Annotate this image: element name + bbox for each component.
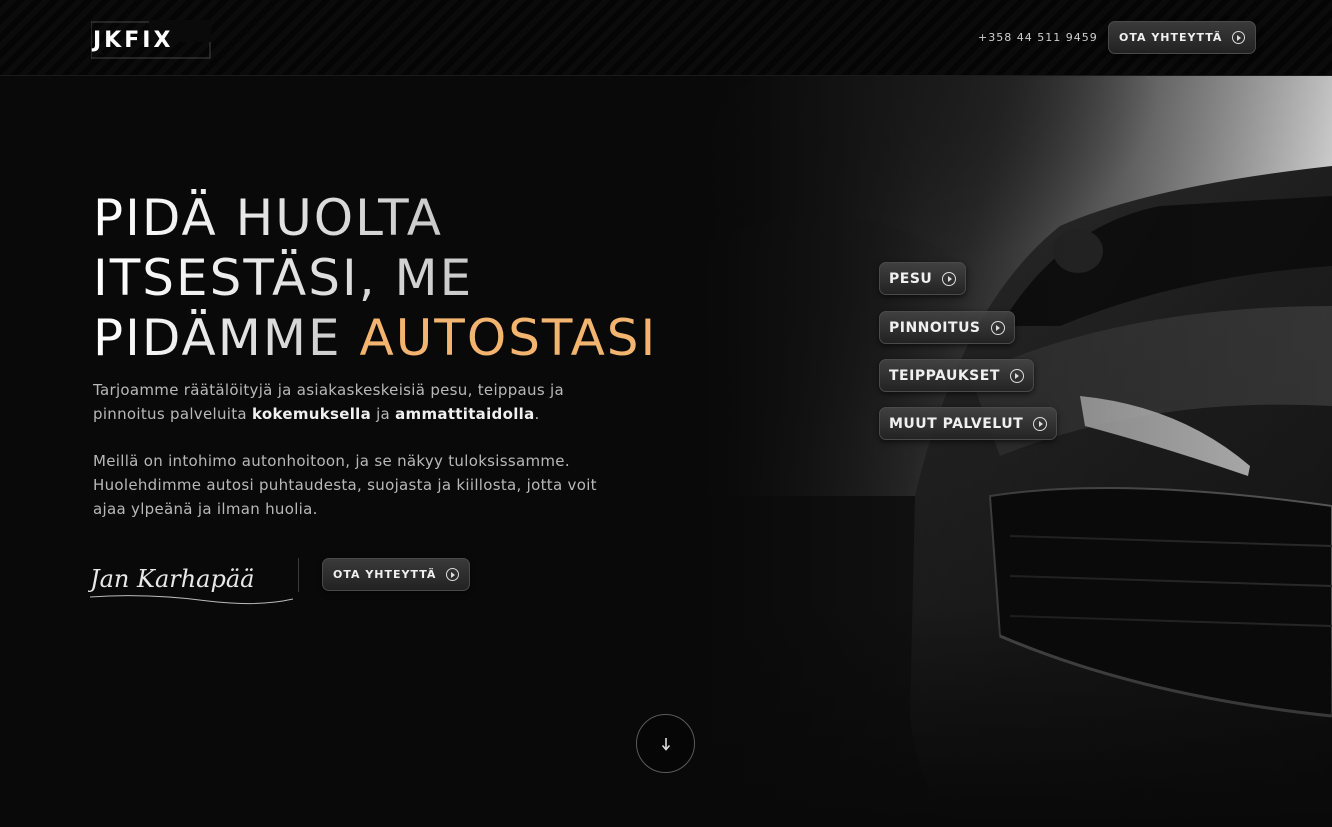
hero-intro-paragraph: Tarjoamme räätälöityjä ja asiakaskeskeis… — [93, 378, 613, 426]
logo-text: JKFIX — [91, 28, 173, 53]
play-circle-icon — [1232, 31, 1246, 44]
service-chip-teippaukset[interactable]: TEIPPAUKSET — [879, 359, 1034, 392]
service-label: TEIPPAUKSET — [889, 367, 1000, 384]
header-contact-button[interactable]: OTA YHTEYTTÄ — [1108, 21, 1257, 54]
intro-strong-experience: kokemuksella — [252, 405, 372, 423]
play-circle-icon — [446, 568, 460, 581]
logo[interactable]: JKFIX — [90, 20, 211, 60]
service-label: PESU — [889, 270, 933, 287]
hero-contact-button[interactable]: OTA YHTEYTTÄ — [322, 558, 471, 591]
hero-contact-label: OTA YHTEYTTÄ — [333, 568, 437, 581]
headline-line-1: PIDÄ HUOLTA — [93, 189, 444, 247]
site-header: JKFIX +358 44 511 9459 OTA YHTEYTTÄ — [0, 0, 1332, 76]
scroll-down-button[interactable] — [636, 714, 695, 773]
play-circle-icon — [990, 320, 1005, 335]
service-label: MUUT PALVELUT — [889, 415, 1024, 432]
service-chip-pinnoitus[interactable]: PINNOITUS — [879, 311, 1015, 344]
signature-icon: Jan Karhapää — [85, 565, 294, 605]
headline-line-2: ITSESTÄSI, ME — [93, 249, 474, 307]
intro-strong-expertise: ammattitaidolla — [395, 405, 535, 423]
car-hero-image — [700, 76, 1332, 827]
signature: Jan Karhapää — [85, 553, 300, 609]
service-chip-pesu[interactable]: PESU — [879, 262, 967, 295]
phone-number[interactable]: +358 44 511 9459 — [978, 31, 1098, 44]
play-circle-icon — [1009, 368, 1024, 383]
signature-divider — [298, 558, 299, 592]
jkfix-logo-icon: JKFIX — [90, 20, 211, 59]
intro-text-b: ja — [371, 405, 396, 423]
headline-line-3: PIDÄMME — [93, 309, 360, 367]
hero-headline: PIDÄ HUOLTA ITSESTÄSI, ME PIDÄMME AUTOST… — [93, 188, 713, 368]
headline-accent: AUTOSTASI — [359, 309, 658, 367]
hero-section: PIDÄ HUOLTA ITSESTÄSI, ME PIDÄMME AUTOST… — [0, 76, 1332, 827]
header-contact-label: OTA YHTEYTTÄ — [1119, 31, 1223, 44]
signature-text: Jan Karhapää — [88, 565, 254, 593]
arrow-down-icon — [661, 737, 670, 751]
play-circle-icon — [1033, 416, 1048, 431]
hero-passion-paragraph: Meillä on intohimo autonhoitoon, ja se n… — [93, 452, 597, 518]
service-chip-muut-palvelut[interactable]: MUUT PALVELUT — [879, 407, 1058, 440]
play-circle-icon — [942, 271, 957, 286]
intro-text-c: . — [534, 405, 540, 423]
service-label: PINNOITUS — [889, 319, 981, 336]
